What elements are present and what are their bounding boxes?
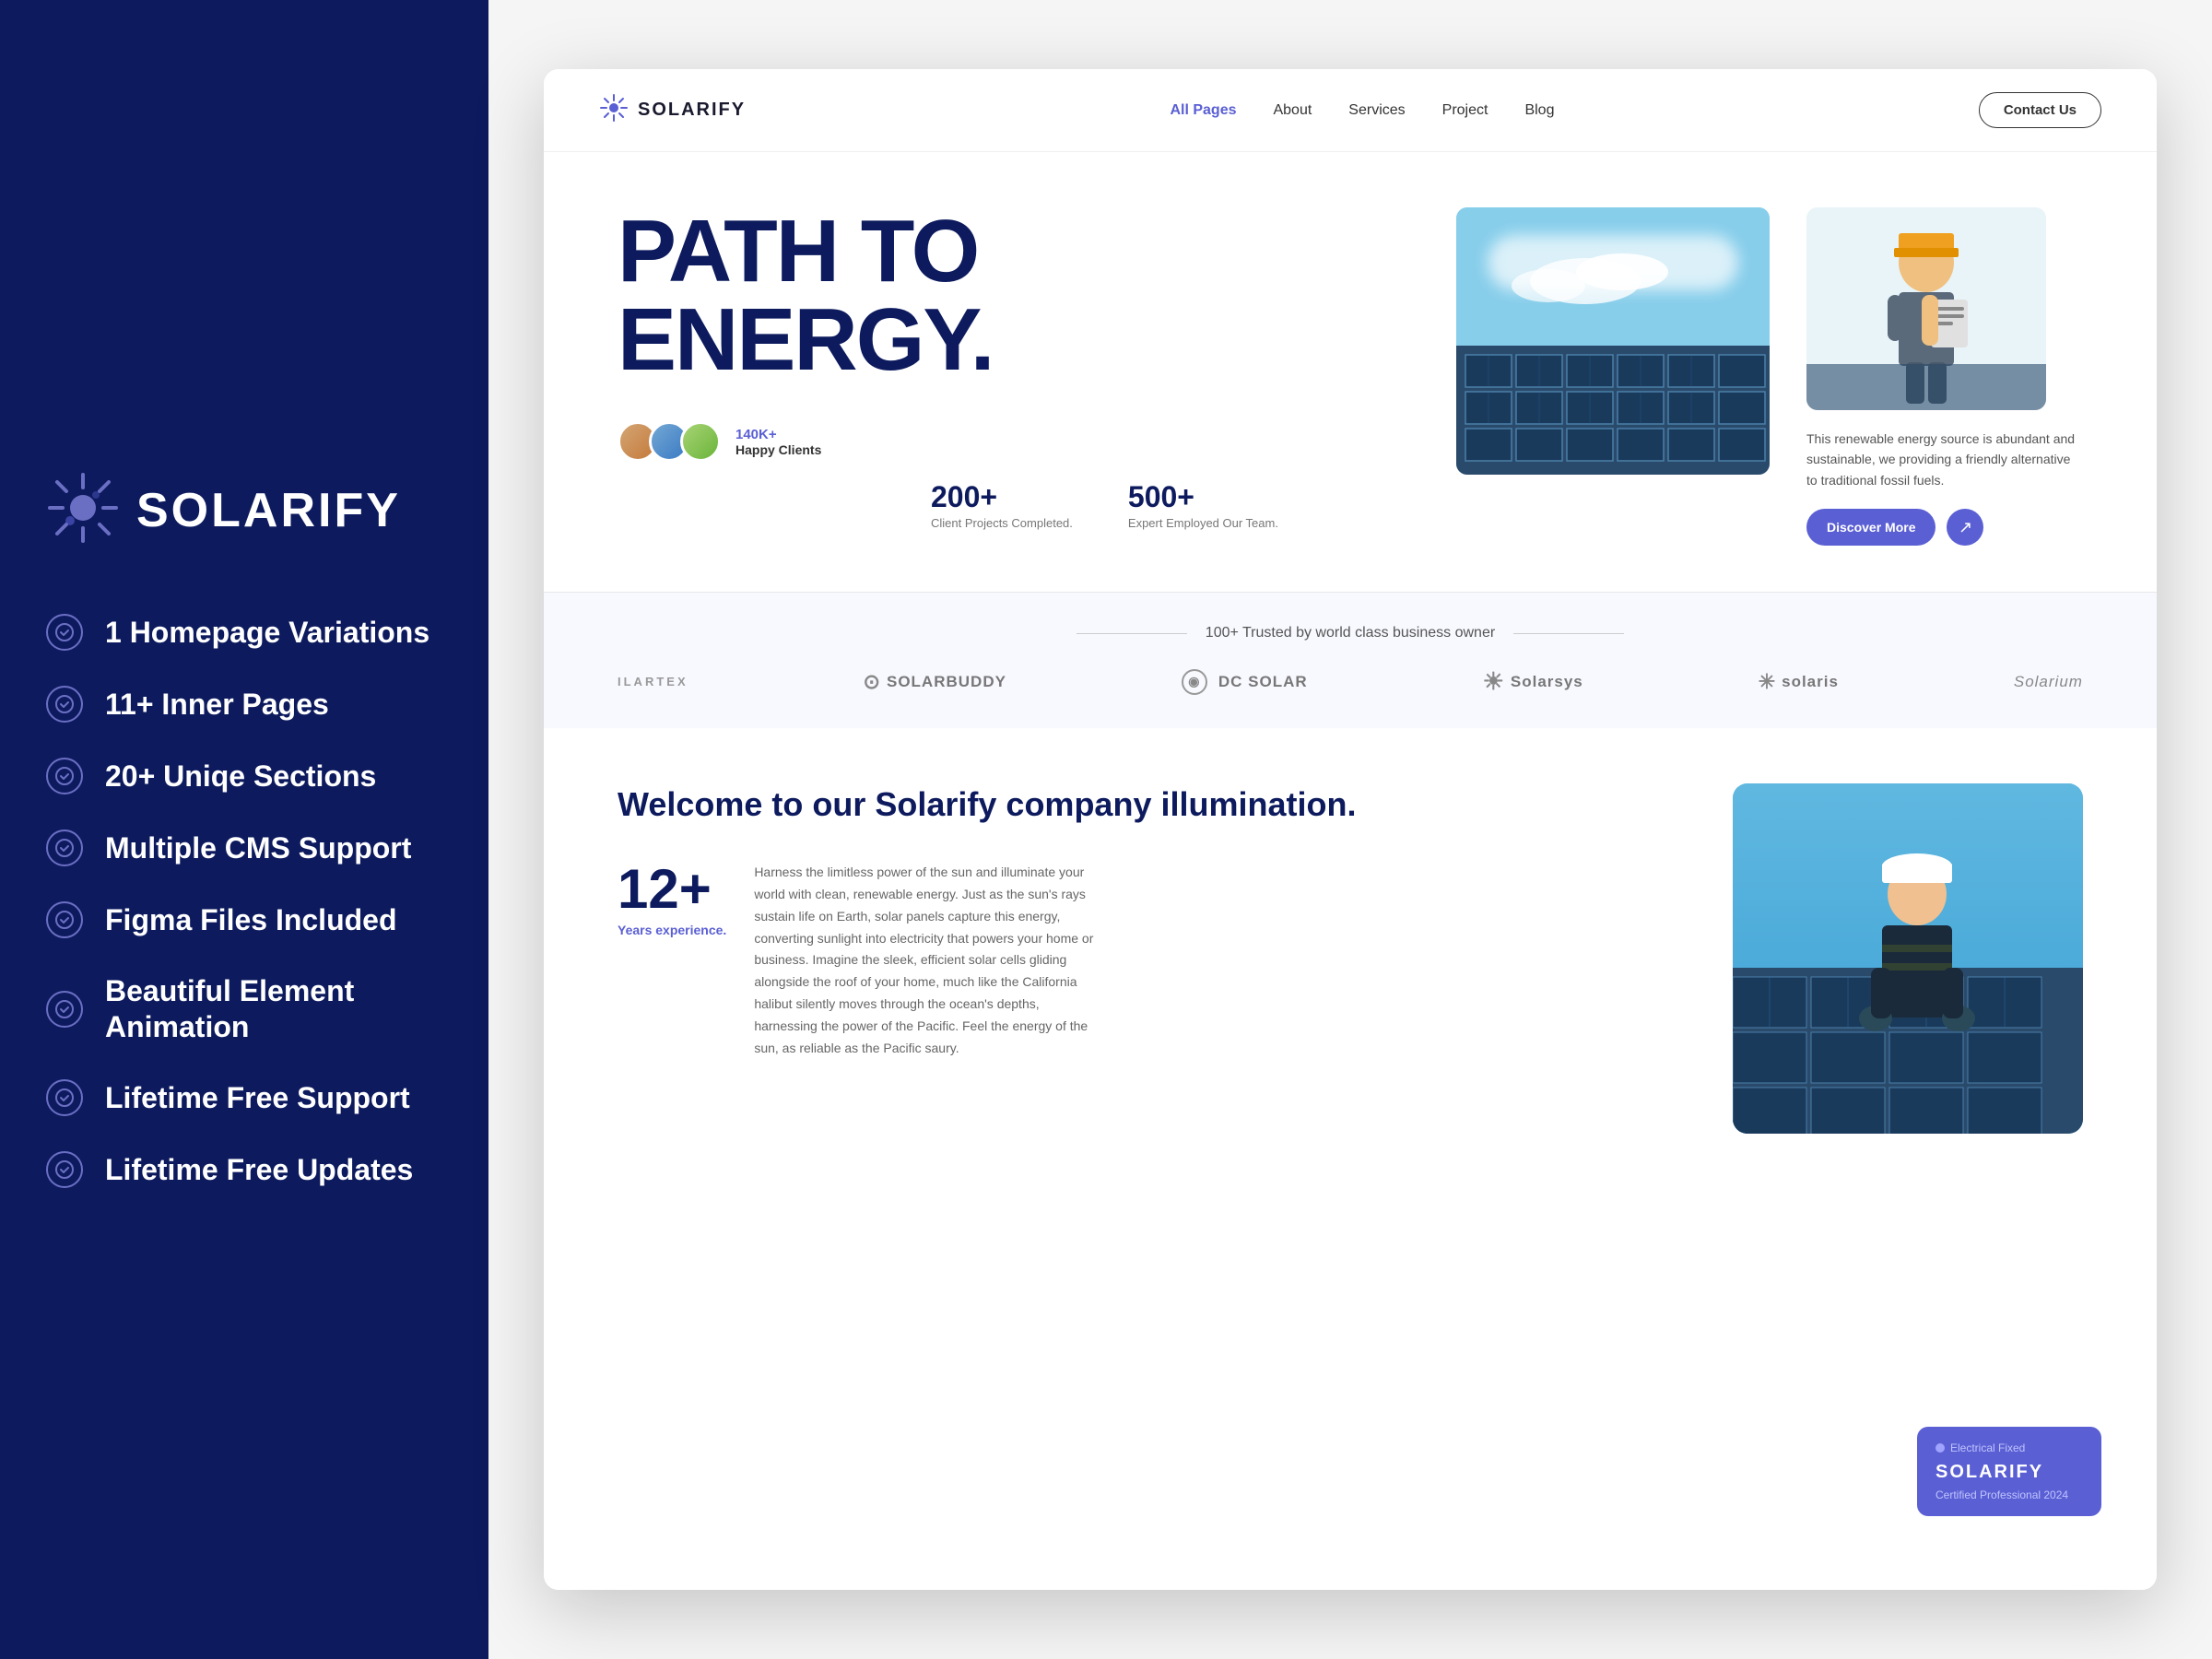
discover-arrow-button[interactable]: ↗ xyxy=(1947,509,1983,546)
features-list: 1 Homepage Variations 11+ Inner Pages 20… xyxy=(46,614,442,1188)
stat-number-2: 500+ xyxy=(1128,480,1278,514)
hero-left: PATH TO ENERGY. 140K+ Happy Clients xyxy=(618,207,1419,530)
feature-item-4: Multiple CMS Support xyxy=(46,830,442,866)
feature-label-3: 20+ Uniqe Sections xyxy=(105,759,376,794)
hero-right: This renewable energy source is abundant… xyxy=(1806,207,2083,546)
discover-btn-group: Discover More ↗ xyxy=(1806,509,2083,546)
feature-item-1: 1 Homepage Variations xyxy=(46,614,442,651)
check-icon-2 xyxy=(46,686,83,723)
nav-link-allpages[interactable]: All Pages xyxy=(1170,102,1236,119)
feature-label-1: 1 Homepage Variations xyxy=(105,615,429,650)
left-panel: SOLARIFY 1 Homepage Variations 11+ Inner… xyxy=(0,0,488,1659)
left-logo-text: SOLARIFY xyxy=(136,483,401,538)
avatar-3 xyxy=(680,421,721,462)
welcome-right: Electrical Fixed SOLARIFY Certified Prof… xyxy=(1733,783,2083,1535)
check-icon-7 xyxy=(46,1079,83,1116)
welcome-stats: 12+ Years experience. Harness the limitl… xyxy=(618,862,1677,1059)
check-icon-1 xyxy=(46,614,83,651)
left-logo-area: SOLARIFY xyxy=(46,471,442,549)
badge-card: Electrical Fixed SOLARIFY Certified Prof… xyxy=(1917,1427,2101,1516)
badge-dot xyxy=(1936,1443,1945,1453)
feature-item-2: 11+ Inner Pages xyxy=(46,686,442,723)
brand-solaris: ✳ solaris xyxy=(1759,670,1839,694)
hero-title-line1: PATH TO xyxy=(618,207,1419,296)
client-avatars xyxy=(618,421,721,462)
feature-item-6: Beautiful Element Animation xyxy=(46,973,442,1044)
welcome-title: Welcome to our Solarify company illumina… xyxy=(618,783,1677,825)
welcome-stat-number: 12+ xyxy=(618,862,726,917)
clients-text: 140K+ Happy Clients xyxy=(735,427,821,457)
trusted-line-right xyxy=(1513,633,1624,634)
nav-link-project[interactable]: Project xyxy=(1442,102,1488,119)
feature-label-2: 11+ Inner Pages xyxy=(105,687,329,722)
check-icon-3 xyxy=(46,758,83,794)
trusted-logos: ILARTEX ⊙ SOLARBUDDY ◉ DC SOLAR ☀ Solars… xyxy=(618,667,2083,696)
hero-section: PATH TO ENERGY. 140K+ Happy Clients xyxy=(544,152,2157,592)
right-panel: SOLARIFY All Pages About Services Projec… xyxy=(488,0,2212,1659)
left-logo-icon xyxy=(46,471,120,549)
hero-title-line2: ENERGY. xyxy=(618,296,1419,384)
feature-label-7: Lifetime Free Support xyxy=(105,1080,410,1115)
nav-logo-text: SOLARIFY xyxy=(638,100,746,121)
stat-item-1: 200+ Client Projects Completed. xyxy=(931,480,1073,530)
check-icon-6 xyxy=(46,991,83,1028)
discover-more-button[interactable]: Discover More xyxy=(1806,509,1936,546)
hero-clients: 140K+ Happy Clients xyxy=(618,421,1419,462)
welcome-stat: 12+ Years experience. xyxy=(618,862,726,1059)
feature-item-5: Figma Files Included xyxy=(46,901,442,938)
hero-description: This renewable energy source is abundant… xyxy=(1806,429,2083,490)
hero-title: PATH TO ENERGY. xyxy=(618,207,1419,384)
feature-item-3: 20+ Uniqe Sections xyxy=(46,758,442,794)
brand-solarbuddy: ⊙ SOLARBUDDY xyxy=(864,670,1006,694)
hero-worker-image xyxy=(1806,207,2046,410)
feature-label-8: Lifetime Free Updates xyxy=(105,1152,413,1187)
trusted-title-text: 100+ Trusted by world class business own… xyxy=(1206,625,1495,641)
nav-link-services[interactable]: Services xyxy=(1348,102,1405,119)
worker-svg xyxy=(1806,207,2046,410)
brand-solarsys: ☀ Solarsys xyxy=(1483,667,1583,696)
brand-dcsolar: ◉ DC SOLAR xyxy=(1182,669,1308,695)
navbar: SOLARIFY All Pages About Services Projec… xyxy=(544,69,2157,152)
trusted-title: 100+ Trusted by world class business own… xyxy=(618,625,2083,641)
feature-item-7: Lifetime Free Support xyxy=(46,1079,442,1116)
nav-link-blog[interactable]: Blog xyxy=(1524,102,1554,119)
trusted-line-left xyxy=(1077,633,1187,634)
badge-tag: Electrical Fixed xyxy=(1936,1441,2083,1454)
welcome-body-text: Harness the limitless power of the sun a… xyxy=(754,862,1104,1059)
feature-label-4: Multiple CMS Support xyxy=(105,830,411,865)
badge-tag-text: Electrical Fixed xyxy=(1950,1441,2025,1454)
nav-link-about[interactable]: About xyxy=(1273,102,1312,119)
stats-row: 200+ Client Projects Completed. 500+ Exp… xyxy=(618,480,1419,530)
welcome-left: Welcome to our Solarify company illumina… xyxy=(618,783,1677,1535)
check-icon-8 xyxy=(46,1151,83,1188)
welcome-section: Welcome to our Solarify company illumina… xyxy=(544,728,2157,1590)
feature-label-6: Beautiful Element Animation xyxy=(105,973,442,1044)
check-icon-5 xyxy=(46,901,83,938)
trusted-section: 100+ Trusted by world class business own… xyxy=(544,592,2157,728)
stat-item-2: 500+ Expert Employed Our Team. xyxy=(1128,480,1278,530)
welcome-stat-label: Years experience. xyxy=(618,923,726,937)
feature-item-8: Lifetime Free Updates xyxy=(46,1151,442,1188)
stat-label-1: Client Projects Completed. xyxy=(931,516,1073,530)
contact-us-button[interactable]: Contact Us xyxy=(1979,92,2101,128)
badge-sub: Certified Professional 2024 xyxy=(1936,1488,2083,1501)
welcome-worker-svg xyxy=(1733,783,2083,1134)
nav-links: All Pages About Services Project Blog xyxy=(1170,102,1554,119)
nav-logo-icon xyxy=(599,93,629,127)
brand-solarium: Solarium xyxy=(2014,673,2083,691)
brand-ilartex: ILARTEX xyxy=(618,675,688,688)
nav-logo: SOLARIFY xyxy=(599,93,746,127)
badge-name: SOLARIFY xyxy=(1936,1462,2083,1483)
stat-label-2: Expert Employed Our Team. xyxy=(1128,516,1278,530)
hero-center-image xyxy=(1456,207,1770,475)
welcome-image xyxy=(1733,783,2083,1134)
clients-label: Happy Clients xyxy=(735,442,821,457)
cloud-decoration xyxy=(1488,235,1738,290)
check-icon-4 xyxy=(46,830,83,866)
clients-count: 140K+ xyxy=(735,427,821,442)
feature-label-5: Figma Files Included xyxy=(105,902,397,937)
browser-window: SOLARIFY All Pages About Services Projec… xyxy=(544,69,2157,1590)
stat-number-1: 200+ xyxy=(931,480,1073,514)
